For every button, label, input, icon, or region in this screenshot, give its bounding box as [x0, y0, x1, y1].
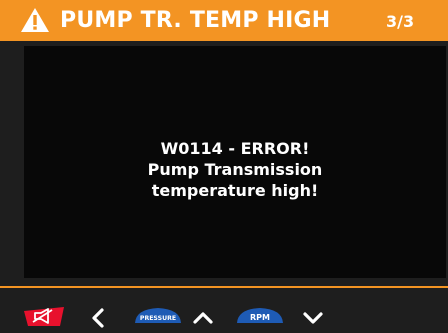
- error-line-2: Pump Transmission: [147, 160, 323, 179]
- mute-horn-icon: [24, 307, 64, 326]
- warning-screen: PUMP TR. TEMP HIGH 3/3 W0114 - ERROR! Pu…: [0, 0, 448, 329]
- page-indicator: 3/3: [386, 12, 415, 31]
- back-button[interactable]: [88, 307, 110, 329]
- pressure-label: PRESSURE: [140, 315, 176, 322]
- alarm-header: PUMP TR. TEMP HIGH 3/3: [0, 0, 448, 41]
- softkey-toolbar: PRESSURE RPM: [0, 289, 448, 329]
- message-panel: W0114 - ERROR! Pump Transmission tempera…: [24, 46, 446, 278]
- down-button[interactable]: [302, 307, 324, 329]
- toolbar-divider: [0, 286, 448, 288]
- mute-horn-button[interactable]: [22, 305, 68, 327]
- up-button[interactable]: [192, 307, 214, 329]
- alarm-title: PUMP TR. TEMP HIGH: [60, 8, 331, 33]
- pressure-gauge-icon: PRESSURE: [135, 308, 181, 323]
- rpm-gauge-icon: RPM: [237, 308, 283, 323]
- chevron-up-icon: [193, 312, 213, 324]
- chevron-down-icon: [303, 312, 323, 324]
- rpm-button[interactable]: RPM: [234, 303, 286, 329]
- warning-triangle-icon: [21, 8, 49, 32]
- rpm-label: RPM: [250, 313, 270, 322]
- error-message: W0114 - ERROR! Pump Transmission tempera…: [24, 138, 446, 201]
- error-code-line: W0114 - ERROR!: [160, 139, 310, 158]
- error-line-3: temperature high!: [151, 181, 319, 200]
- chevron-left-icon: [92, 308, 104, 328]
- pressure-button[interactable]: PRESSURE: [132, 303, 184, 329]
